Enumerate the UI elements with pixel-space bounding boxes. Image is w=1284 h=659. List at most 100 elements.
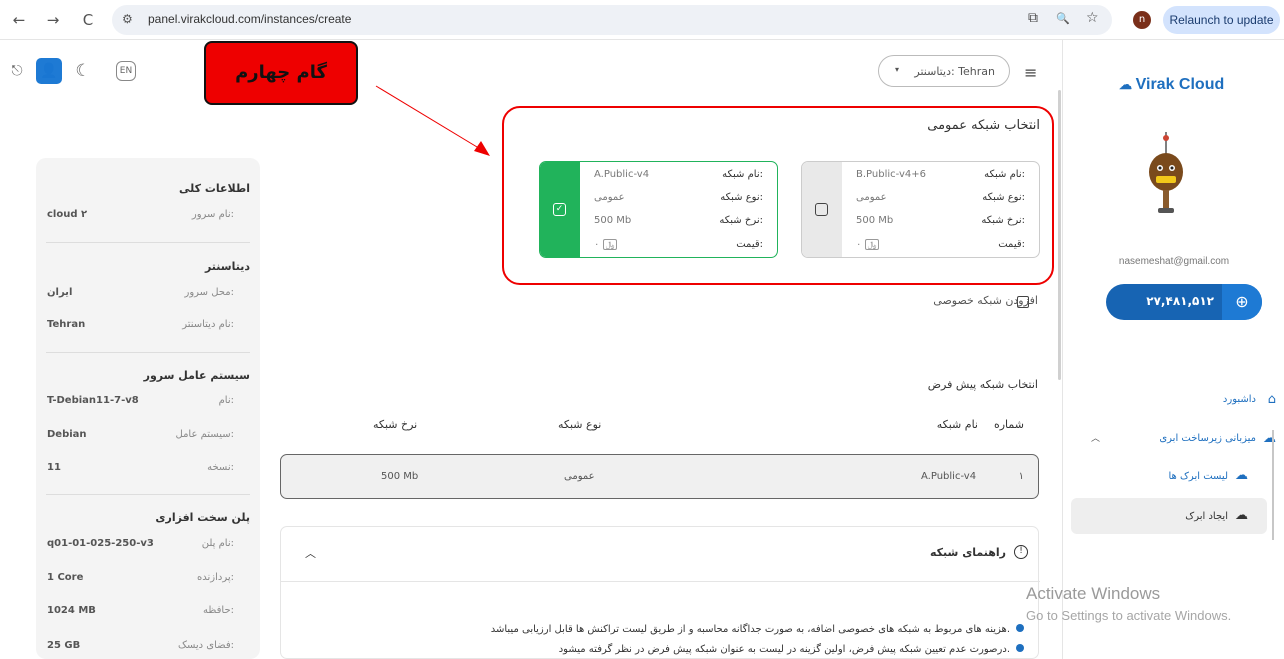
chevron-up-icon[interactable]: ︿ bbox=[1091, 431, 1100, 444]
profile-avatar[interactable]: n bbox=[1133, 11, 1151, 29]
network-name-value: A.Public-v4 bbox=[594, 169, 650, 180]
back-icon[interactable]: ← bbox=[8, 9, 30, 31]
forward-icon[interactable]: → bbox=[42, 9, 64, 31]
network-card-a-public[interactable]: ✓ نام شبکه: A.Public-v4 نوع شبکه: عمومی … bbox=[539, 161, 778, 258]
network-rate-key: نرخ شبکه: bbox=[719, 215, 763, 226]
divider bbox=[46, 242, 250, 243]
os-key: سیستم عامل: bbox=[175, 429, 235, 440]
browser-toolbar: ← → C ⚙ panel.virakcloud.com/instances/c… bbox=[0, 0, 1284, 40]
sidebar-scrollbar[interactable] bbox=[1272, 430, 1274, 540]
bullet-icon bbox=[1016, 624, 1024, 632]
brand-logo[interactable]: ☁ Virak Cloud bbox=[1119, 76, 1224, 94]
sidebar-item-create-cloud[interactable]: ایجاد ابرک bbox=[1185, 511, 1228, 522]
windows-watermark-subtitle: Go to Settings to activate Windows. bbox=[1026, 608, 1232, 623]
site-settings-icon[interactable]: ⚙ bbox=[122, 12, 133, 26]
network-price-value: ﷼ ۰ bbox=[856, 239, 880, 250]
os-name-value: T-Debian11-7-v8 bbox=[47, 395, 139, 406]
info-icon: ! bbox=[1014, 545, 1028, 559]
datacenter-name-key: نام دیتاسنتر: bbox=[182, 319, 234, 330]
price-number: ۰ bbox=[856, 239, 862, 250]
col-type: نوع شبکه bbox=[558, 418, 602, 431]
bullet-icon bbox=[1016, 644, 1024, 652]
guide-line-2-text: درصورت عدم تعیین شبکه پیش فرض، اولین گزی… bbox=[558, 644, 1010, 655]
divider bbox=[46, 352, 250, 353]
datacenter-select[interactable]: دیتاسنتر: Tehran ▾ bbox=[878, 55, 1010, 87]
plan-value: q01-01-025-250-v3 bbox=[47, 538, 154, 549]
disk-key: فضای دیسک: bbox=[178, 640, 234, 651]
disk-value: 25 GB bbox=[47, 640, 81, 651]
relaunch-button[interactable]: Relaunch to update bbox=[1163, 6, 1280, 34]
network-rate-value: 500 Mb bbox=[856, 215, 894, 226]
version-value: 11 bbox=[47, 462, 61, 473]
row-type: عمومی bbox=[564, 471, 595, 482]
rial-icon: ﷼ bbox=[864, 239, 880, 250]
moon-icon[interactable]: ☾ bbox=[70, 58, 96, 84]
logo-text: Virak Cloud bbox=[1135, 76, 1225, 93]
chevron-up-icon[interactable]: ︿ bbox=[305, 545, 316, 561]
wallet-balance-button[interactable]: ۲۷,۴۸۱,۵۱۲ ⊕ bbox=[1106, 284, 1262, 320]
check-icon[interactable]: ✓ bbox=[553, 203, 566, 216]
version-key: نسخه: bbox=[207, 462, 234, 473]
sidebar-item-dashboard[interactable]: داشبورد bbox=[1223, 394, 1256, 405]
network-rate-key: نرخ شبکه: bbox=[981, 215, 1025, 226]
card-checkbox[interactable] bbox=[815, 203, 828, 216]
summary-os-title: سیستم عامل سرور bbox=[143, 369, 250, 382]
network-type-key: نوع شبکه: bbox=[720, 192, 763, 203]
network-card-b-public[interactable]: نام شبکه: B.Public-v4+6 نوع شبکه: عمومی … bbox=[801, 161, 1040, 258]
cloud-list-icon: ☁ bbox=[1235, 468, 1248, 483]
default-network-title: انتخاب شبکه پیش فرض bbox=[927, 378, 1038, 391]
sidebar-item-cloud-hosting[interactable]: میزبانی زیرساخت ابری bbox=[1159, 433, 1256, 444]
step-callout: گام چهارم bbox=[204, 41, 358, 105]
sidebar: ☁ Virak Cloud nasemeshat@gmail.com ۲۷,۴۸… bbox=[1062, 40, 1284, 659]
row-number: ۱ bbox=[1018, 471, 1024, 482]
dashboard-icon: ⌂ bbox=[1267, 392, 1276, 407]
col-name: نام شبکه bbox=[936, 418, 978, 431]
order-summary: اطلاعات کلی نام سرور: cloud ۲ دیتاسنتر م… bbox=[36, 158, 260, 659]
user-icon[interactable]: 👤 bbox=[36, 58, 62, 84]
bookmark-star-icon[interactable]: ☆ bbox=[1086, 10, 1099, 26]
main-scrollbar[interactable] bbox=[1058, 90, 1061, 380]
rial-icon: ﷼ bbox=[602, 239, 618, 250]
summary-general-title: اطلاعات کلی bbox=[178, 182, 250, 195]
col-rate: نرخ شبکه bbox=[373, 418, 418, 431]
menu-icon[interactable]: ≡ bbox=[1024, 63, 1037, 82]
language-toggle[interactable]: EN bbox=[116, 61, 136, 81]
zoom-icon[interactable]: 🔍 bbox=[1056, 12, 1070, 25]
cpu-value: 1 Core bbox=[47, 572, 84, 583]
guide-header[interactable]: ! راهنمای شبکه ︿ bbox=[281, 527, 1040, 582]
callout-arrow bbox=[375, 85, 490, 156]
network-name-value: B.Public-v4+6 bbox=[856, 169, 926, 180]
plan-key: نام پلن: bbox=[201, 538, 234, 549]
price-number: ۰ bbox=[594, 239, 600, 250]
guide-line-2: درصورت عدم تعیین شبکه پیش فرض، اولین گزی… bbox=[559, 644, 1024, 655]
install-icon[interactable]: ⧉ bbox=[1028, 10, 1038, 26]
network-price-key: قیمت: bbox=[998, 239, 1025, 250]
cpu-key: پردازنده: bbox=[196, 572, 234, 583]
network-rate-value: 500 Mb bbox=[594, 215, 632, 226]
os-name-key: نام: bbox=[218, 395, 234, 406]
divider bbox=[46, 494, 250, 495]
datacenter-label: دیتاسنتر: Tehran bbox=[914, 65, 995, 78]
network-type-value: عمومی bbox=[856, 192, 887, 203]
server-name-value: cloud ۲ bbox=[47, 209, 88, 220]
address-bar[interactable]: ⚙ panel.virakcloud.com/instances/create bbox=[112, 5, 1112, 35]
table-row[interactable]: ۱ A.Public-v4 عمومی 500 Mb bbox=[280, 454, 1039, 499]
network-name-key: نام شبکه: bbox=[722, 169, 763, 180]
guide-line-1-text: هزینه های مربوط به شبکه های خصوصی اضافه،… bbox=[490, 624, 1010, 635]
avatar bbox=[1149, 132, 1183, 213]
row-rate: 500 Mb bbox=[381, 471, 419, 482]
location-value: ایران bbox=[47, 287, 73, 298]
logout-icon[interactable]: ⎋ bbox=[4, 58, 30, 84]
add-private-network-label[interactable]: افزودن شبکه خصوصی bbox=[933, 294, 1038, 307]
add-credit-icon[interactable]: ⊕ bbox=[1222, 284, 1262, 320]
chevron-down-icon: ▾ bbox=[895, 65, 900, 74]
row-name: A.Public-v4 bbox=[921, 471, 977, 482]
network-price-value: ﷼ ۰ bbox=[594, 239, 618, 250]
reload-icon[interactable]: C bbox=[77, 9, 99, 31]
url-text[interactable]: panel.virakcloud.com/instances/create bbox=[148, 12, 351, 26]
ram-key: حافظه: bbox=[203, 605, 234, 616]
network-guide-panel: ! راهنمای شبکه ︿ هزینه های مربوط به شبکه… bbox=[280, 526, 1040, 659]
windows-watermark-title: Activate Windows bbox=[1026, 584, 1161, 603]
sidebar-item-cloud-list[interactable]: لیست ابرک ها bbox=[1168, 471, 1228, 482]
guide-line-1: هزینه های مربوط به شبکه های خصوصی اضافه،… bbox=[491, 624, 1024, 635]
